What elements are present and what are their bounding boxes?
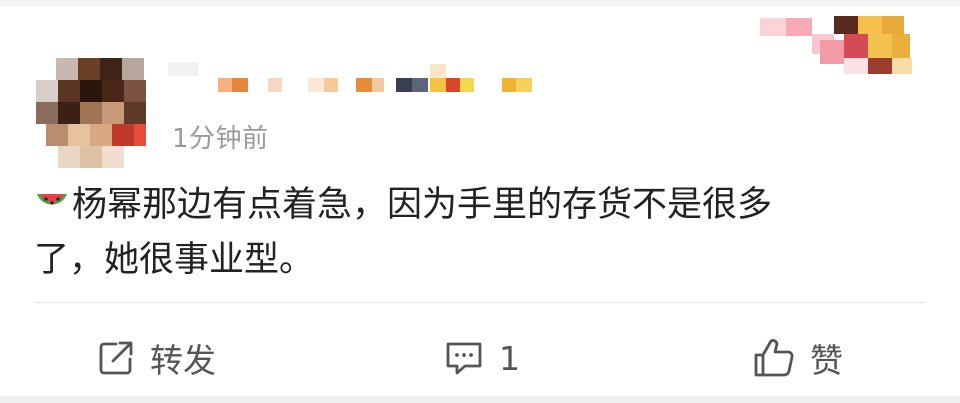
comment-button[interactable]: 1 [443,332,520,384]
content-line-1: 杨幂那边有点着急，因为手里的存货不是很多 [34,178,914,233]
post-content: 杨幂那边有点着急，因为手里的存货不是很多 了，她很事业型。 [34,178,914,288]
like-button[interactable]: 赞 [752,332,843,384]
post-time: 1分钟前 [172,124,269,154]
divider [34,302,926,303]
thumbs-up-icon [754,339,794,377]
comment-count: 1 [499,338,520,378]
content-text-line-1: 杨幂那边有点着急，因为手里的存货不是很多 [72,185,773,225]
share-out-icon [99,341,133,375]
like-label: 赞 [810,341,843,380]
content-text-line-2: 了，她很事业型。 [34,240,315,280]
repost-button[interactable]: 转发 [96,332,216,384]
card-separator [0,396,960,403]
username[interactable] [160,62,560,102]
avatar[interactable] [36,58,146,168]
comment-icon [446,342,482,375]
post-card: 1分钟前 杨幂那边有点着急，因为手里的存货不是很多 了，她很事业型。 转发 1 … [0,6,960,396]
watermelon-icon [37,194,67,205]
member-badge[interactable] [760,12,930,92]
repost-label: 转发 [150,341,216,380]
